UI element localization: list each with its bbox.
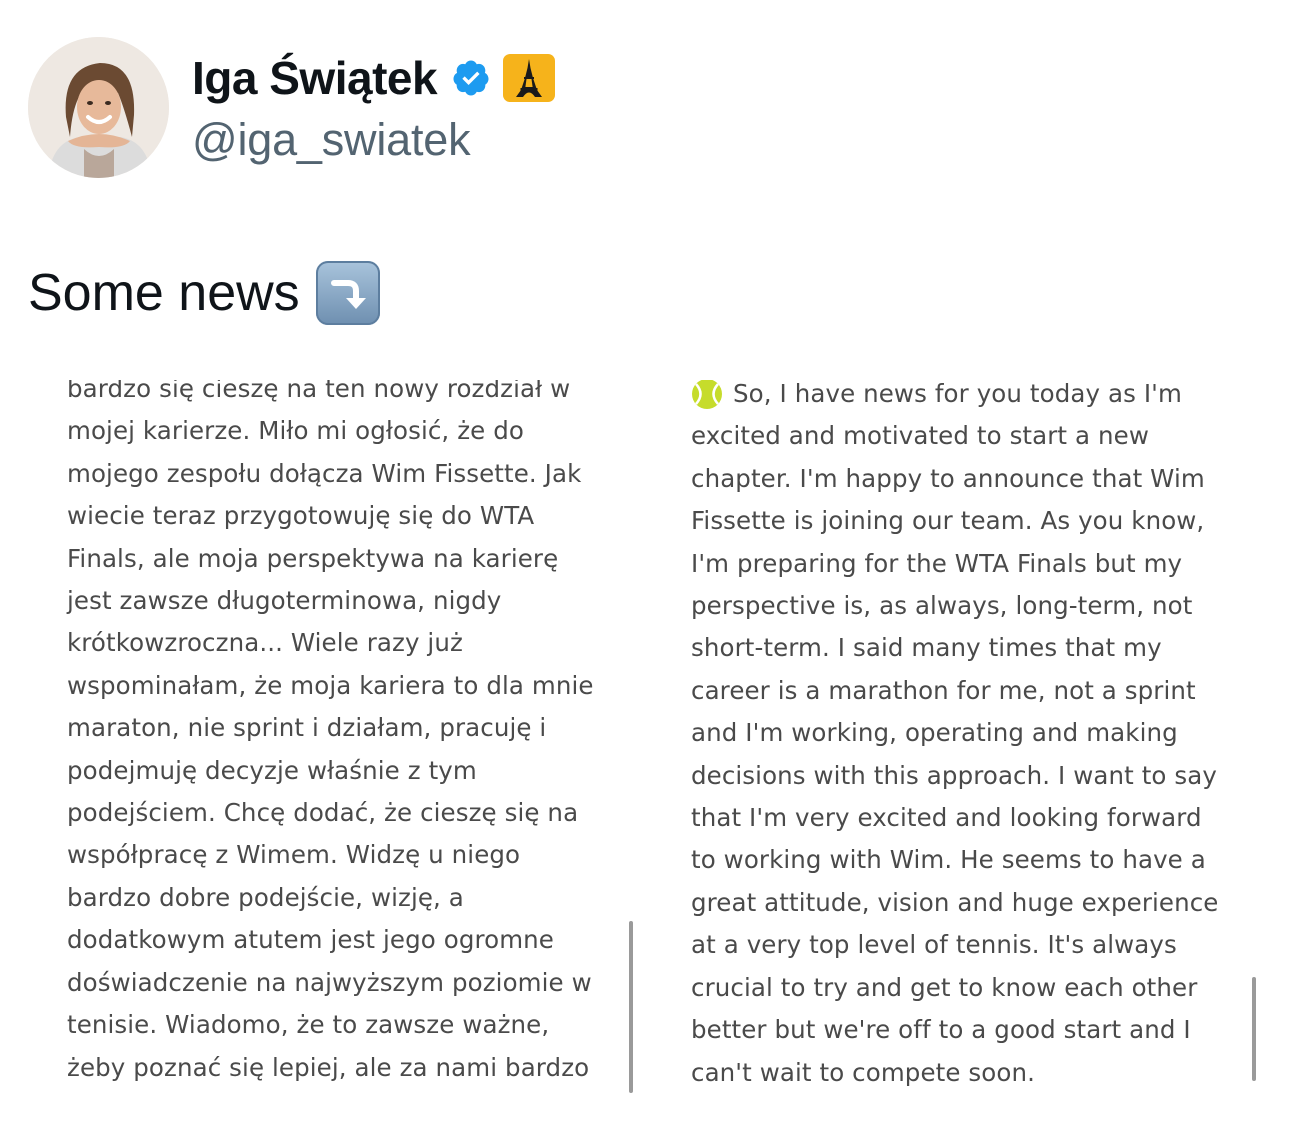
arrow-curving-down-icon	[315, 261, 380, 325]
tennis-ball-icon	[692, 380, 722, 410]
author-handle[interactable]: @iga_swiatek	[192, 114, 471, 166]
right-line: excited and motivated to start a new	[691, 421, 1149, 451]
left-line: tenisie. Wiadomo, że to zawsze ważne,	[67, 1010, 550, 1040]
avatar-photo	[28, 37, 169, 178]
media-image-right[interactable]: So, I have news for you today as I'm exc…	[652, 380, 1260, 1095]
right-line: to working with Wim. He seems to have a	[691, 845, 1206, 875]
left-line: maraton, nie sprint i działam, pracuję i	[67, 713, 547, 743]
left-line: żeby poznać się lepiej, ale za nami bard…	[67, 1052, 590, 1082]
right-panel-scrollbar[interactable]	[1252, 977, 1256, 1081]
left-line: współpracę z Wimem. Widzę u niego	[67, 840, 521, 870]
right-line: decisions with this approach. I want to …	[691, 760, 1217, 790]
left-line: Finals, ale moja perspektywa na karierę	[67, 543, 559, 573]
left-line: podejmuję decyzje właśnie z tym	[67, 755, 477, 785]
tweet-text-content: Some news	[28, 264, 300, 322]
display-name[interactable]: Iga Świątek	[192, 51, 438, 105]
left-panel-text: bardzo się cieszę na ten nowy rozdział w…	[67, 380, 620, 1089]
right-line: short-term. I said many times that my	[691, 633, 1162, 663]
left-line: wspominałam, że moja kariera to dla mnie	[67, 670, 594, 700]
right-line: great attitude, vision and huge experien…	[691, 887, 1219, 917]
right-line: can't wait to compete soon.	[691, 1057, 1035, 1087]
right-line: better but we're off to a good start and…	[691, 1015, 1191, 1045]
left-line: mojego zespołu dołącza Wim Fissette. Jak	[67, 458, 582, 488]
right-line: that I'm very excited and looking forwar…	[691, 803, 1202, 833]
eiffel-tower-icon	[503, 54, 556, 102]
right-line: chapter. I'm happy to announce that Wim	[691, 463, 1205, 493]
media-image-left[interactable]: bardzo się cieszę na ten nowy rozdział w…	[30, 380, 640, 1095]
right-first-line: So, I have news for you today as I'm	[691, 380, 1240, 415]
right-line: crucial to try and get to know each othe…	[691, 972, 1198, 1002]
left-line: krótkowzroczna... Wiele razy już	[67, 628, 463, 658]
right-panel-text: So, I have news for you today as I'm exc…	[691, 380, 1240, 1094]
right-line: career is a marathon for me, not a sprin…	[691, 675, 1196, 705]
left-line: jest zawsze długoterminowa, nigdy	[67, 586, 502, 616]
right-line: I'm preparing for the WTA Finals but my	[691, 548, 1183, 578]
avatar[interactable]	[28, 37, 169, 178]
right-line: Fissette is joining our team. As you kno…	[691, 506, 1205, 536]
left-line: mojej karierze. Miło mi ogłosić, że do	[67, 416, 524, 446]
tweet-text: Some news	[28, 261, 380, 325]
left-line: podejściem. Chcę dodać, że cieszę się na	[67, 798, 579, 828]
right-line: and I'm working, operating and making	[691, 718, 1178, 748]
left-line: doświadczenie na najwyższym poziomie w	[67, 967, 592, 997]
right-line: at a very top level of tennis. It's alwa…	[691, 930, 1177, 960]
left-panel-scrollbar[interactable]	[629, 921, 633, 1093]
left-line: bardzo dobre podejście, wizję, a	[67, 882, 464, 912]
left-line: dodatkowym atutem jest jego ogromne	[67, 925, 554, 955]
right-line: perspective is, as always, long-term, no…	[691, 591, 1193, 621]
left-line: wiecie teraz przygotowuję się do WTA	[67, 501, 535, 531]
verified-badge-icon[interactable]	[451, 58, 491, 98]
author-name-row: Iga Świątek	[192, 50, 556, 106]
left-line: bardzo się cieszę na ten nowy rozdział w	[67, 380, 571, 403]
right-line: So, I have news for you today as I'm	[733, 380, 1182, 408]
